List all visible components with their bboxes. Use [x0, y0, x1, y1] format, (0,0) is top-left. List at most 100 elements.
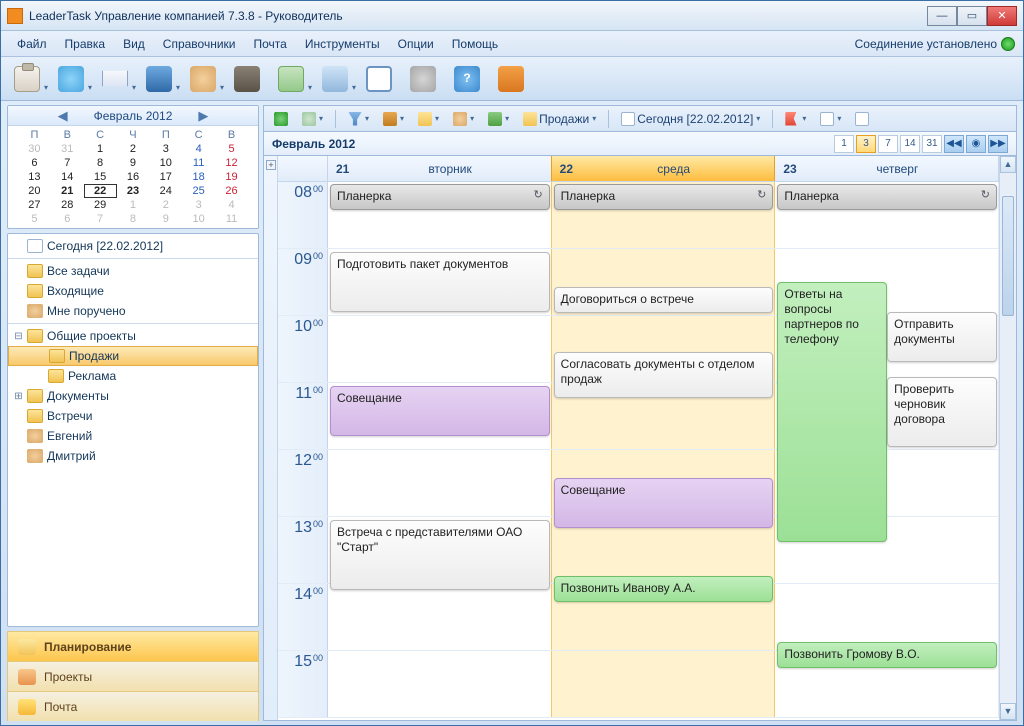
nav-shared-projects[interactable]: ⊟Общие проекты [8, 326, 258, 346]
filter-flag[interactable] [781, 109, 810, 129]
day-header-21[interactable]: 21вторник [328, 156, 552, 181]
cal-day[interactable]: 16 [117, 170, 150, 184]
event-send-docs[interactable]: Отправить документы [887, 312, 997, 362]
filter-user[interactable] [449, 109, 478, 129]
menu-edit[interactable]: Правка [57, 34, 114, 54]
cal-day[interactable]: 12 [215, 156, 248, 170]
print-button[interactable] [319, 63, 351, 95]
day-header-23[interactable]: 23четверг [775, 156, 999, 181]
vertical-scrollbar[interactable]: ▲ ▼ [999, 156, 1016, 720]
cal-day[interactable]: 4 [182, 142, 215, 156]
tab-planning[interactable]: Планирование [7, 631, 259, 661]
cal-day[interactable]: 29 [84, 198, 117, 212]
cal-day[interactable]: 28 [51, 198, 84, 212]
cal-day[interactable]: 1 [117, 198, 150, 212]
event-soveshanie-22[interactable]: Совещание [554, 478, 774, 528]
day-column-21[interactable]: ↻Планерка Подготовить пакет документов С… [328, 182, 552, 720]
menu-refs[interactable]: Справочники [155, 34, 244, 54]
filter-funnel[interactable] [344, 109, 373, 129]
clipboard-button[interactable] [11, 63, 43, 95]
user-button[interactable] [187, 63, 219, 95]
event-planerka-21[interactable]: ↻Планерка [330, 184, 550, 210]
cal-day[interactable]: 5 [215, 142, 248, 156]
cal-day[interactable]: 31 [51, 142, 84, 156]
nav-evgeny[interactable]: Евгений [8, 426, 258, 446]
nav-meetings[interactable]: Встречи [8, 406, 258, 426]
period-today[interactable]: ◉ [966, 135, 986, 153]
tab-projects[interactable]: Проекты [7, 661, 259, 691]
day-column-22[interactable]: ↻Планерка Договориться о встрече Согласо… [552, 182, 776, 720]
cal-day[interactable]: 2 [117, 142, 150, 156]
cal-day[interactable]: 24 [149, 184, 182, 198]
filter-group[interactable] [484, 109, 513, 129]
chart-button[interactable] [275, 63, 307, 95]
menu-help[interactable]: Помощь [444, 34, 506, 54]
event-call-ivanov[interactable]: Позвонить Иванову А.А. [554, 576, 774, 602]
event-check-draft[interactable]: Проверить черновик договора [887, 377, 997, 447]
event-agree-docs-22[interactable]: Согласовать документы с отделом продаж [554, 352, 774, 398]
cal-day[interactable]: 5 [18, 212, 51, 226]
cal-day[interactable]: 10 [182, 212, 215, 226]
help-button[interactable]: ? [451, 63, 483, 95]
cal-day[interactable]: 17 [149, 170, 182, 184]
nav-sales[interactable]: Продажи [8, 346, 258, 366]
mini-calendar-grid[interactable]: ПВСЧПСВ 30311234567891011121314151617181… [18, 128, 248, 226]
cal-day[interactable]: 6 [51, 212, 84, 226]
event-planerka-23[interactable]: ↻Планерка [777, 184, 997, 210]
event-meeting-21[interactable]: Встреча с представителями ОАО "Старт" [330, 520, 550, 590]
nav-back[interactable] [270, 109, 292, 129]
nav-today[interactable]: Сегодня [22.02.2012] [8, 236, 258, 256]
period-prev[interactable]: ◀◀ [944, 135, 964, 153]
cal-day[interactable]: 8 [117, 212, 150, 226]
chat-button[interactable] [55, 63, 87, 95]
cal-day[interactable]: 15 [84, 170, 117, 184]
cal-day[interactable]: 30 [18, 142, 51, 156]
mail-button[interactable] [99, 63, 131, 95]
menu-tools[interactable]: Инструменты [297, 34, 388, 54]
cal-day[interactable]: 7 [84, 212, 117, 226]
view-31day[interactable]: 31 [922, 135, 942, 153]
day-column-23[interactable]: ↻Планерка Ответы на вопросы партнеров по… [775, 182, 999, 720]
cal-day[interactable]: 13 [18, 170, 51, 184]
nav-assigned[interactable]: Мне поручено [8, 301, 258, 321]
search-button[interactable] [231, 63, 263, 95]
cal-day[interactable]: 3 [149, 142, 182, 156]
cal-prev[interactable]: ◀ [40, 108, 86, 124]
cal-day[interactable]: 2 [149, 198, 182, 212]
event-agree-meeting-22[interactable]: Договориться о встрече [554, 287, 774, 313]
close-button[interactable]: ✕ [987, 6, 1017, 26]
menu-mail[interactable]: Почта [245, 34, 294, 54]
filter-folder[interactable] [414, 109, 443, 129]
cal-day[interactable]: 11 [182, 156, 215, 170]
tab-mail[interactable]: Почта [7, 691, 259, 721]
cal-day[interactable]: 23 [117, 184, 150, 198]
cal-day[interactable]: 20 [18, 184, 51, 198]
nav-forward[interactable] [298, 109, 327, 129]
cal-day[interactable]: 8 [84, 156, 117, 170]
view-3day[interactable]: 3 [856, 135, 876, 153]
nav-docs[interactable]: ⊞Документы [8, 386, 258, 406]
crumb-today[interactable]: Сегодня [22.02.2012] [617, 109, 764, 129]
nav-dmitry[interactable]: Дмитрий [8, 446, 258, 466]
cal-next[interactable]: ▶ [180, 108, 226, 124]
scroll-thumb[interactable] [1002, 196, 1014, 316]
filter-into[interactable] [851, 109, 873, 129]
mailbox-button[interactable] [143, 63, 175, 95]
preview-button[interactable] [363, 63, 395, 95]
nav-inbox[interactable]: Входящие [8, 281, 258, 301]
maximize-button[interactable]: ▭ [957, 6, 987, 26]
scroll-up[interactable]: ▲ [1000, 156, 1016, 173]
event-soveshanie-21[interactable]: Совещание [330, 386, 550, 436]
cal-day[interactable]: 3 [182, 198, 215, 212]
minimize-button[interactable]: — [927, 6, 957, 26]
crumb-folder[interactable]: Продажи [519, 109, 600, 129]
event-docs-21[interactable]: Подготовить пакет документов [330, 252, 550, 312]
cal-day[interactable]: 10 [149, 156, 182, 170]
cal-day[interactable]: 27 [18, 198, 51, 212]
event-planerka-22[interactable]: ↻Планерка [554, 184, 774, 210]
cal-day[interactable]: 9 [117, 156, 150, 170]
cal-day[interactable]: 18 [182, 170, 215, 184]
day-header-22[interactable]: 22среда [551, 156, 776, 181]
event-call-gromov[interactable]: Позвонить Громову В.О. [777, 642, 997, 668]
scroll-down[interactable]: ▼ [1000, 703, 1016, 720]
